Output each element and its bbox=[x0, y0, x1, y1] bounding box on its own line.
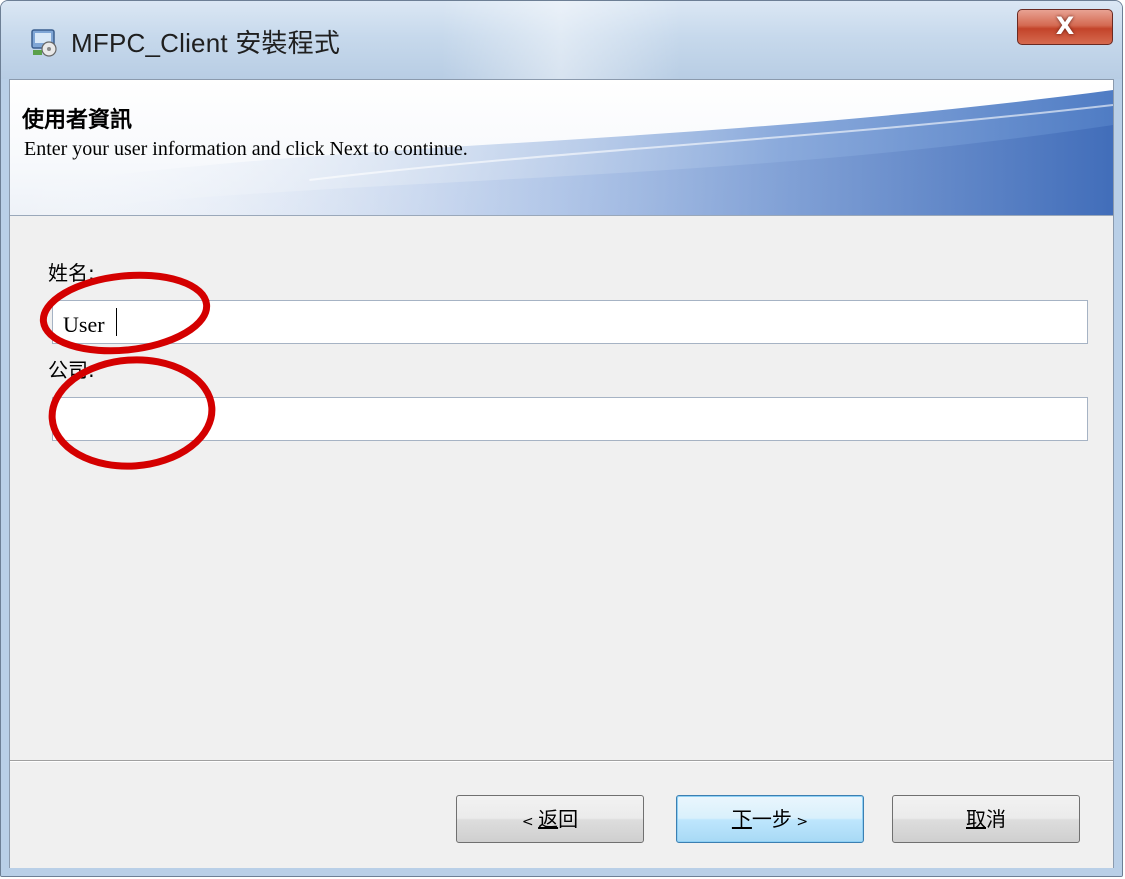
company-label: 公司: bbox=[48, 358, 95, 382]
title-bar[interactable]: MFPC_Client 安裝程式 X bbox=[1, 1, 1122, 79]
back-label-rest: 回 bbox=[558, 807, 579, 831]
text-caret bbox=[116, 308, 117, 336]
page-title: 使用者資訊 bbox=[22, 108, 133, 133]
cancel-accel: 取 bbox=[966, 807, 986, 831]
close-button[interactable]: X bbox=[1017, 9, 1113, 45]
header-banner: 使用者資訊 Enter your user information and cl… bbox=[10, 80, 1113, 216]
window-bottom-frame bbox=[1, 868, 1122, 876]
name-field[interactable] bbox=[52, 300, 1088, 344]
dialog-client-area: 使用者資訊 Enter your user information and cl… bbox=[9, 79, 1114, 870]
installer-app-icon bbox=[31, 29, 57, 57]
page-subtitle: Enter your user information and click Ne… bbox=[24, 138, 468, 160]
next-accel: 下 bbox=[731, 807, 752, 831]
company-field[interactable] bbox=[52, 397, 1088, 441]
window-title: MFPC_Client 安裝程式 bbox=[71, 28, 341, 58]
cancel-button[interactable]: 取消 bbox=[892, 795, 1080, 843]
next-label-rest: 一步 bbox=[751, 807, 792, 831]
installer-window: MFPC_Client 安裝程式 X 使用者資訊 Enter your user… bbox=[0, 0, 1123, 877]
cancel-label-rest: 消 bbox=[986, 807, 1006, 831]
back-accel: 返 bbox=[538, 807, 559, 831]
name-label: 姓名: bbox=[48, 261, 95, 285]
back-prefix: < bbox=[521, 814, 539, 830]
next-button[interactable]: 下一步 > bbox=[676, 795, 864, 843]
close-icon: X bbox=[1055, 12, 1075, 40]
back-button[interactable]: < 返回 bbox=[456, 795, 644, 843]
next-suffix: > bbox=[791, 814, 809, 830]
footer-separator bbox=[10, 760, 1113, 762]
